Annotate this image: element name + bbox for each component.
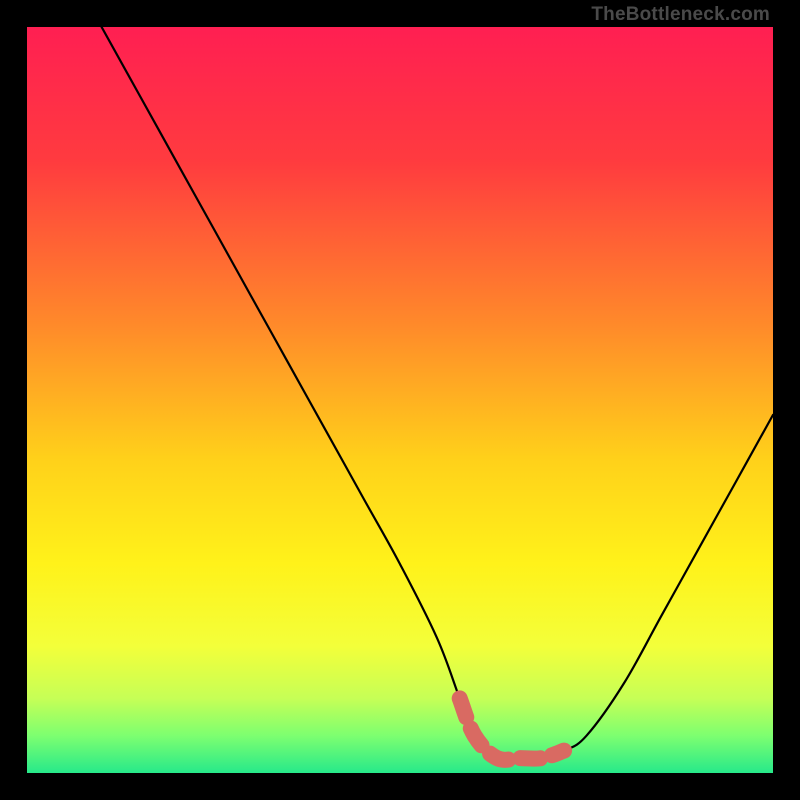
bottleneck-curve <box>102 27 773 760</box>
chart-stage: TheBottleneck.com <box>0 0 800 800</box>
plot-area <box>27 27 773 773</box>
curve-layer <box>27 27 773 773</box>
watermark-text: TheBottleneck.com <box>591 4 770 26</box>
optimal-region-highlight <box>460 698 564 759</box>
